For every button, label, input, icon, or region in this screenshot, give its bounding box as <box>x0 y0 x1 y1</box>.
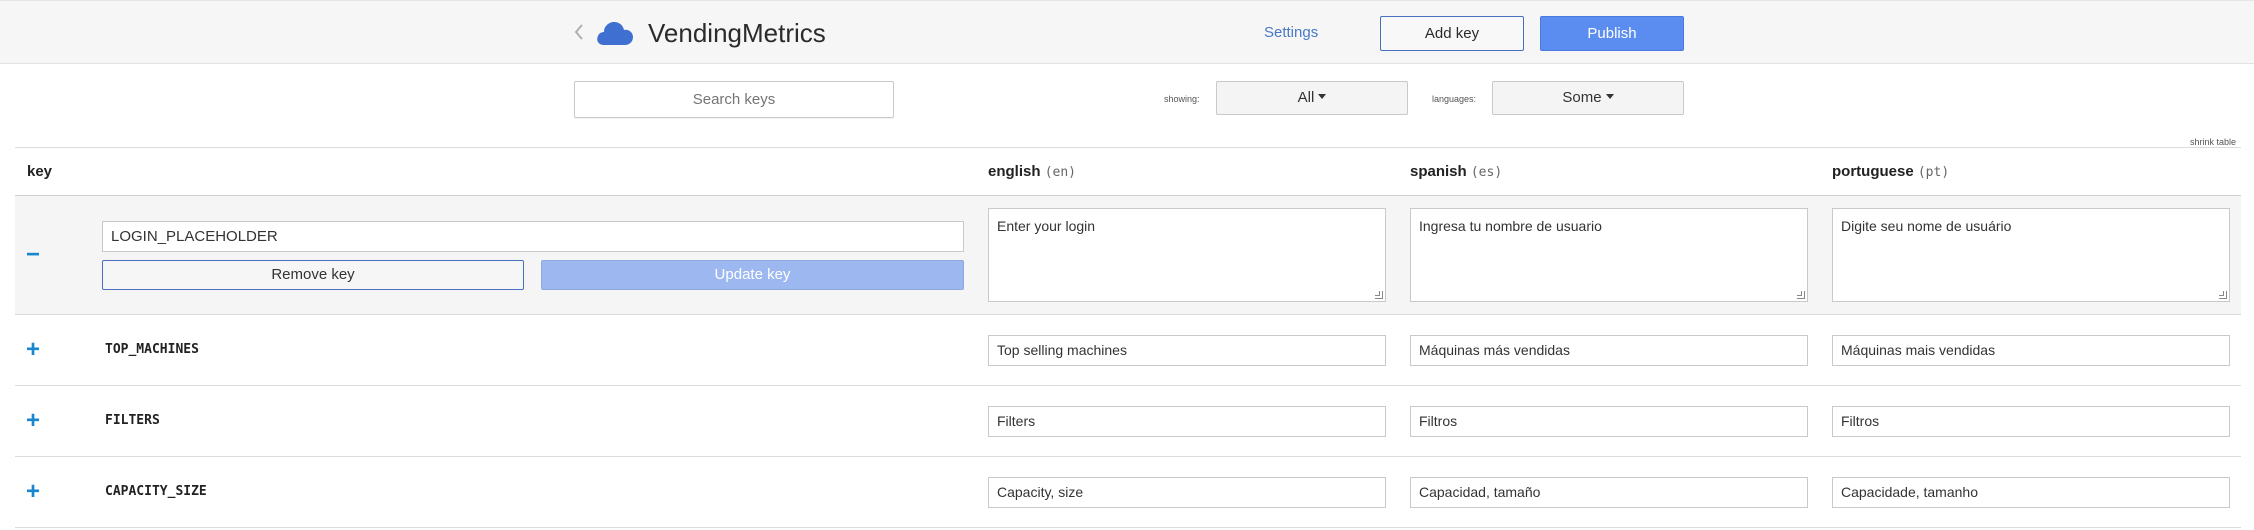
column-name: english <box>988 163 1041 180</box>
spanish-input[interactable]: Capacidad, tamaño <box>1410 477 1808 508</box>
textarea-value: Ingresa tu nombre de usuario <box>1419 218 1602 234</box>
english-column-header: english (en) <box>988 162 1076 183</box>
languages-value: Some <box>1562 89 1602 106</box>
spanish-input[interactable]: Máquinas más vendidas <box>1410 335 1808 366</box>
key-column-header: key <box>27 163 53 180</box>
key-name: FILTERS <box>105 413 160 428</box>
settings-link[interactable]: Settings <box>1264 23 1318 43</box>
add-key-button[interactable]: Add key <box>1380 16 1524 51</box>
resize-handle-icon[interactable] <box>2219 291 2227 299</box>
search-input[interactable] <box>574 81 894 118</box>
spanish-column-header: spanish (es) <box>1410 162 1502 183</box>
column-code: (en) <box>1044 165 1076 180</box>
caret-down-icon <box>1318 94 1327 99</box>
resize-handle-icon[interactable] <box>1375 291 1383 299</box>
expand-toggle[interactable]: + <box>26 409 40 433</box>
cloud-icon <box>595 17 635 47</box>
english-input[interactable]: Top selling machines <box>988 335 1386 366</box>
english-input[interactable]: Filters <box>988 406 1386 437</box>
key-name: CAPACITY_SIZE <box>105 484 207 499</box>
expand-toggle[interactable]: + <box>26 480 40 504</box>
update-key-button[interactable]: Update key <box>541 260 964 290</box>
showing-dropdown[interactable]: All <box>1216 81 1408 115</box>
caret-down-icon <box>1605 94 1614 99</box>
chevron-left-icon[interactable] <box>572 20 586 44</box>
english-input[interactable]: Capacity, size <box>988 477 1386 508</box>
portuguese-input[interactable]: Filtros <box>1832 406 2230 437</box>
expand-toggle[interactable]: + <box>26 338 40 362</box>
key-name-input[interactable]: LOGIN_PLACEHOLDER <box>102 221 964 252</box>
divider <box>15 385 2241 386</box>
divider <box>15 147 2241 148</box>
spanish-textarea[interactable]: Ingresa tu nombre de usuario <box>1410 208 1808 302</box>
collapse-toggle[interactable]: − <box>26 243 40 267</box>
divider <box>15 527 2241 528</box>
textarea-value: Digite seu nome de usuário <box>1841 218 2012 234</box>
divider <box>15 314 2241 315</box>
portuguese-input[interactable]: Capacidade, tamanho <box>1832 477 2230 508</box>
portuguese-column-header: portuguese (pt) <box>1832 162 1949 183</box>
app-title: VendingMetrics <box>648 18 826 48</box>
top-bar: VendingMetrics Settings Add key Publish <box>0 0 2254 64</box>
resize-handle-icon[interactable] <box>1797 291 1805 299</box>
textarea-value: Enter your login <box>997 218 1096 234</box>
remove-key-button[interactable]: Remove key <box>102 260 524 290</box>
column-name: portuguese <box>1832 163 1914 180</box>
column-code: (es) <box>1470 165 1503 180</box>
languages-dropdown[interactable]: Some <box>1492 81 1684 115</box>
portuguese-input[interactable]: Máquinas mais vendidas <box>1832 335 2230 366</box>
publish-button[interactable]: Publish <box>1540 16 1684 51</box>
column-code: (pt) <box>1917 165 1950 180</box>
column-name: spanish <box>1410 163 1467 180</box>
languages-label: languages: <box>1432 94 1477 104</box>
showing-value: All <box>1297 89 1315 106</box>
divider <box>15 456 2241 457</box>
showing-label: showing: <box>1164 94 1200 104</box>
key-name: TOP_MACHINES <box>105 342 199 357</box>
english-textarea[interactable]: Enter your login <box>988 208 1386 302</box>
spanish-input[interactable]: Filtros <box>1410 406 1808 437</box>
portuguese-textarea[interactable]: Digite seu nome de usuário <box>1832 208 2230 302</box>
